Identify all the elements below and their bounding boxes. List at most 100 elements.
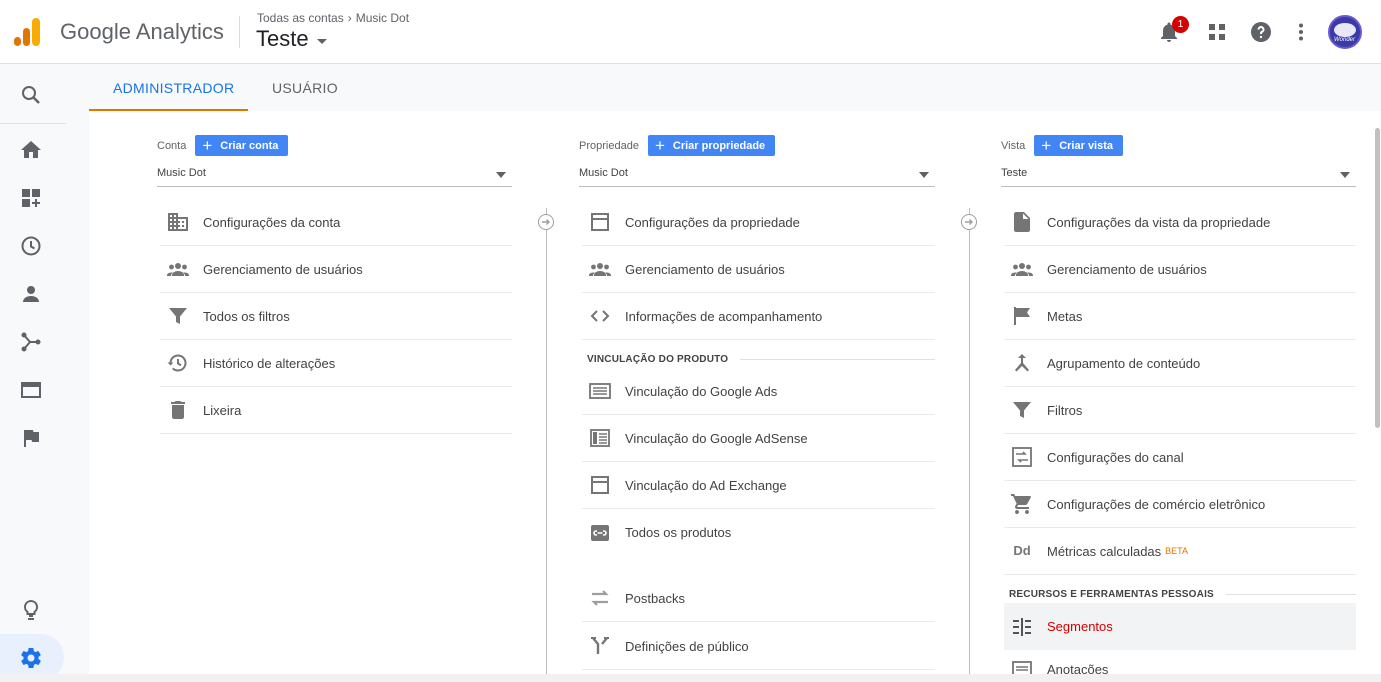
square-icon: [588, 210, 612, 234]
goals-item[interactable]: Metas: [1004, 293, 1356, 340]
view-header: Vista + Criar vista: [1001, 135, 1124, 156]
account-label: Conta: [157, 139, 187, 152]
caret-down-icon: [316, 38, 327, 44]
nav-divider: [0, 123, 66, 124]
column-connector: [969, 208, 970, 674]
acquisition-icon[interactable]: [19, 330, 43, 354]
account-filters-item[interactable]: Todos os filtros: [160, 293, 512, 340]
segments-item[interactable]: Segmentos: [1004, 603, 1356, 650]
avatar[interactable]: Wonder: [1328, 15, 1362, 49]
account-users-item[interactable]: Gerenciamento de usuários: [160, 246, 512, 293]
product-name: Google Analytics: [60, 19, 224, 44]
people-icon: [1010, 257, 1034, 281]
search-icon[interactable]: [19, 83, 43, 107]
channel-icon: [1010, 445, 1034, 469]
property-select[interactable]: Music Dot: [579, 167, 935, 187]
top-bar: Google Analytics Todas as contas › Music…: [0, 0, 1381, 64]
ecommerce-settings-item[interactable]: Configurações de comércio eletrônico: [1004, 481, 1356, 528]
active-tab-indicator: [89, 109, 248, 111]
dropdown-arrow-icon: [496, 172, 506, 178]
product-linking-section: VINCULAÇÃO DO PRODUTO: [587, 354, 935, 365]
left-nav: [0, 64, 66, 682]
adsense-link-item[interactable]: Vinculação do Google AdSense: [582, 415, 935, 462]
ads-icon: [588, 379, 612, 403]
home-icon[interactable]: [19, 138, 43, 162]
account-settings-item[interactable]: Configurações da conta: [160, 199, 512, 246]
lightbulb-icon[interactable]: [19, 598, 43, 622]
merge-icon: [1010, 351, 1034, 375]
arrow-right-circle-icon: [961, 214, 977, 230]
audience-definitions-item[interactable]: Definições de público: [582, 623, 935, 670]
calculated-metrics-item[interactable]: Dd Métricas calculadas BETA: [1004, 528, 1356, 575]
create-view-button[interactable]: + Criar vista: [1034, 135, 1124, 156]
apps-grid-icon[interactable]: [1205, 20, 1229, 44]
property-header: Propriedade + Criar propriedade: [579, 135, 776, 156]
segments-icon: [1010, 615, 1034, 639]
help-icon[interactable]: [1249, 20, 1273, 44]
dashboard-add-icon[interactable]: [19, 186, 43, 210]
plus-icon: +: [1041, 136, 1052, 155]
column-connector: [546, 208, 547, 674]
property-label: Propriedade: [579, 139, 639, 152]
admin-panel: ADMINISTRADOR USUÁRIO Conta + Criar cont…: [89, 64, 1381, 674]
swap-icon: [588, 586, 612, 610]
document-icon: [1010, 210, 1034, 234]
fork-icon: [588, 634, 612, 658]
postbacks-item[interactable]: Postbacks: [582, 575, 935, 622]
adx-link-item[interactable]: Vinculação do Ad Exchange: [582, 462, 935, 509]
annotations-item[interactable]: Anotações: [1004, 650, 1356, 674]
clock-icon[interactable]: [19, 234, 43, 258]
plus-icon: +: [654, 136, 665, 155]
content-grouping-item[interactable]: Agrupamento de conteúdo: [1004, 340, 1356, 387]
tracking-info-item[interactable]: Informações de acompanhamento: [582, 293, 935, 340]
scrollbar[interactable]: [1375, 128, 1380, 428]
tab-usuario[interactable]: USUÁRIO: [272, 80, 338, 96]
filter-icon: [166, 304, 190, 328]
trash-icon: [166, 398, 190, 422]
breadcrumb[interactable]: Todas as contas › Music Dot: [257, 11, 409, 25]
dropdown-arrow-icon: [1340, 172, 1350, 178]
admin-tabs: ADMINISTRADOR USUÁRIO: [89, 64, 1381, 111]
more-vert-icon[interactable]: [1289, 20, 1313, 44]
account-trash-item[interactable]: Lixeira: [160, 387, 512, 434]
property-settings-item[interactable]: Configurações da propriedade: [582, 199, 935, 246]
account-select[interactable]: Music Dot: [157, 167, 512, 187]
breadcrumb-all-accounts[interactable]: Todas as contas: [257, 11, 344, 25]
link-icon: [588, 521, 612, 545]
flag-icon[interactable]: [19, 426, 43, 450]
analytics-logo-icon[interactable]: [14, 18, 40, 46]
cart-icon: [1010, 492, 1034, 516]
view-label: Vista: [1001, 139, 1026, 152]
people-icon: [166, 257, 190, 281]
gear-icon[interactable]: [19, 646, 43, 670]
bottom-edge: [0, 674, 1381, 682]
create-property-button[interactable]: + Criar propriedade: [647, 135, 776, 156]
create-account-button[interactable]: + Criar conta: [195, 135, 289, 156]
view-users-item[interactable]: Gerenciamento de usuários: [1004, 246, 1356, 293]
property-users-item[interactable]: Gerenciamento de usuários: [582, 246, 935, 293]
view-name: Teste: [256, 26, 309, 51]
all-products-item[interactable]: Todos os produtos: [582, 509, 935, 556]
history-icon: [166, 351, 190, 375]
chevron-right-icon: ›: [347, 11, 352, 25]
beta-badge: BETA: [1165, 546, 1188, 556]
header-divider: [239, 16, 240, 48]
person-icon[interactable]: [19, 282, 43, 306]
view-select[interactable]: Teste: [1001, 167, 1356, 187]
view-selector[interactable]: Teste: [256, 26, 327, 52]
breadcrumb-account[interactable]: Music Dot: [356, 11, 409, 25]
tab-administrador[interactable]: ADMINISTRADOR: [113, 80, 234, 96]
behavior-icon[interactable]: [19, 378, 43, 402]
dropdown-arrow-icon: [919, 172, 929, 178]
filter-icon: [1010, 398, 1034, 422]
google-ads-link-item[interactable]: Vinculação do Google Ads: [582, 368, 935, 415]
adsense-icon: [588, 426, 612, 450]
account-history-item[interactable]: Histórico de alterações: [160, 340, 512, 387]
arrow-right-circle-icon: [538, 214, 554, 230]
channel-settings-item[interactable]: Configurações do canal: [1004, 434, 1356, 481]
view-settings-item[interactable]: Configurações da vista da propriedade: [1004, 199, 1356, 246]
dd-icon: Dd: [1013, 543, 1031, 558]
adx-icon: [588, 473, 612, 497]
view-filters-item[interactable]: Filtros: [1004, 387, 1356, 434]
notification-badge: 1: [1172, 16, 1189, 33]
